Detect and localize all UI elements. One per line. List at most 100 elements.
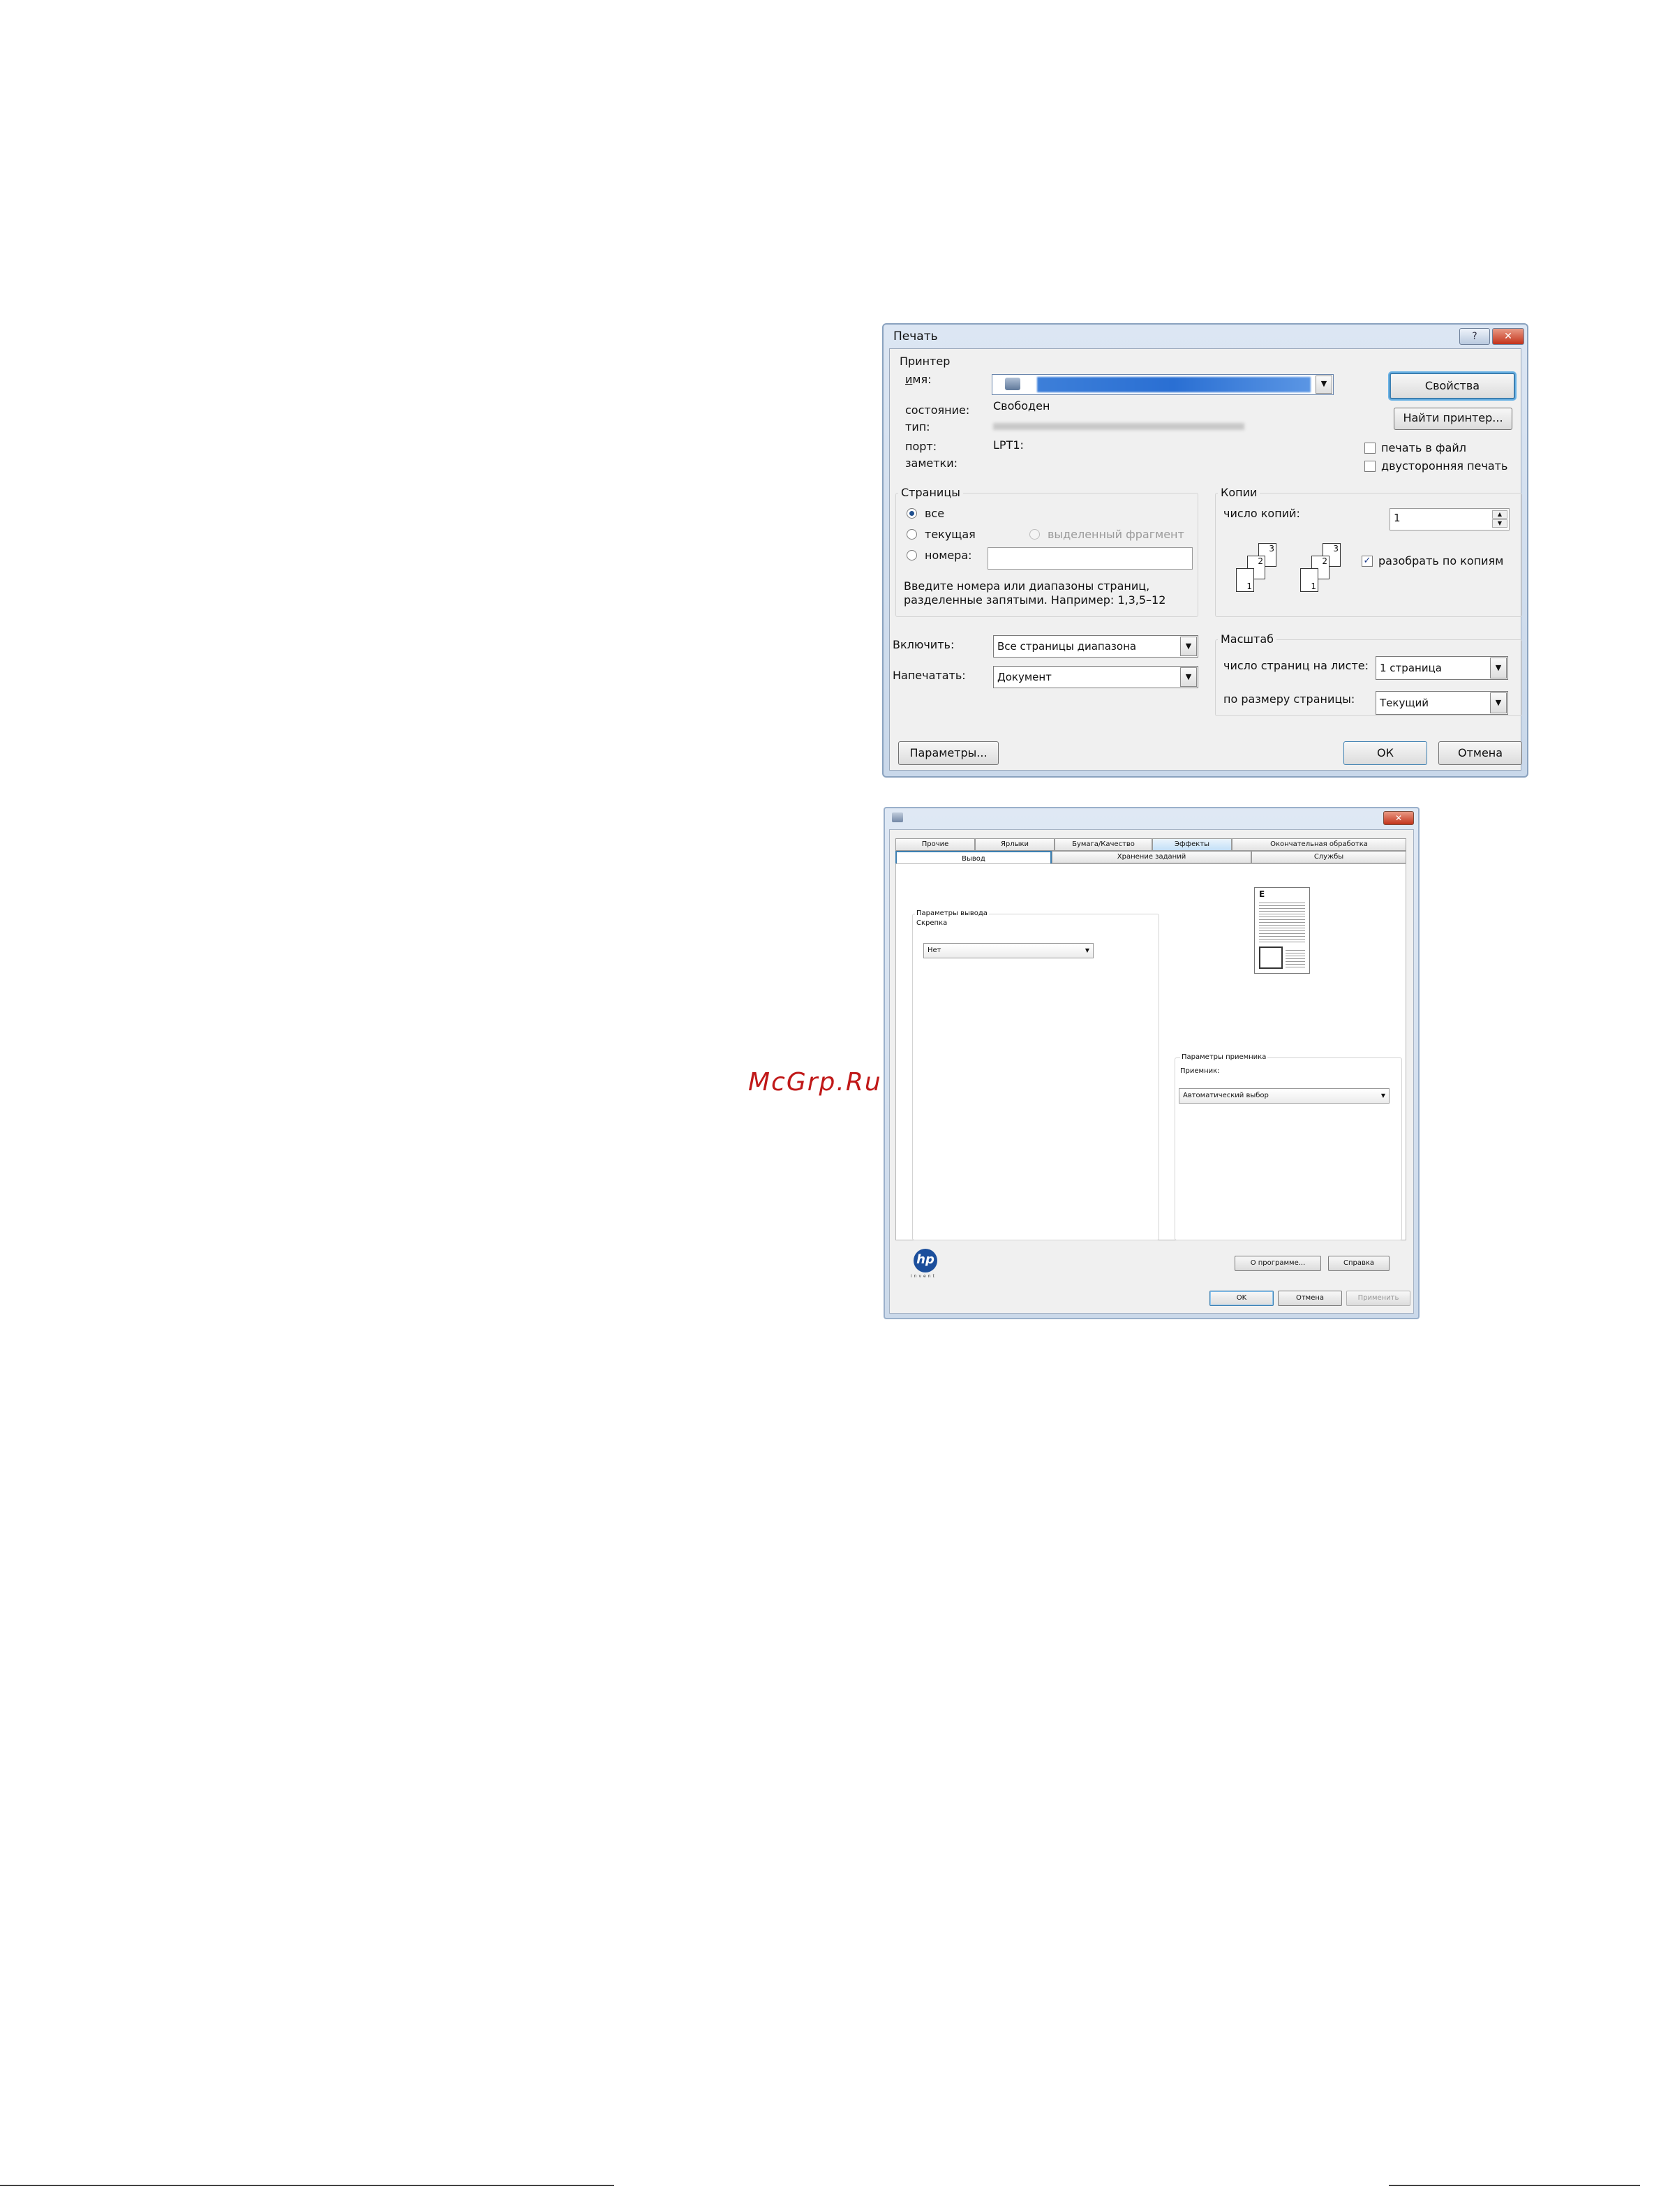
pages-per-sheet-value: 1 страница — [1380, 662, 1442, 674]
tab-shortcuts[interactable]: Ярлыки — [975, 838, 1055, 851]
help-button[interactable]: ? — [1459, 328, 1490, 345]
port-label: порт: — [905, 440, 937, 453]
output-options-group — [912, 914, 1159, 1240]
pages-per-sheet-combo[interactable]: 1 страница ▼ — [1376, 656, 1508, 680]
dialog-body: Прочие Ярлыки Бумага/Качество Эффекты Ок… — [889, 829, 1414, 1314]
destination-value: Автоматический выбор — [1183, 1092, 1269, 1099]
port-value: LPT1: — [993, 438, 1024, 452]
duplex-checkbox[interactable] — [1364, 461, 1376, 472]
close-button[interactable]: ✕ — [1383, 811, 1414, 825]
staple-value: Нет — [928, 947, 941, 954]
dialog-title: Печать — [893, 329, 938, 343]
destination-label: Приемник: — [1180, 1067, 1220, 1075]
collate-page: 1 — [1236, 568, 1254, 592]
pages-all-label: все — [925, 507, 945, 520]
duplex-label: двусторонняя печать — [1381, 459, 1508, 473]
collate-page: 1 — [1300, 568, 1318, 592]
chevron-down-icon[interactable]: ▼ — [1180, 637, 1197, 656]
tab-finishing[interactable]: Окончательная обработка — [1232, 838, 1406, 851]
cancel-button[interactable]: Отмена — [1278, 1291, 1342, 1306]
title-bar: Печать ? ✕ — [884, 325, 1527, 348]
pages-hint-line2: разделенные запятыми. Например: 1,3,5–12 — [904, 593, 1166, 607]
ok-button[interactable]: OK — [1209, 1291, 1274, 1306]
name-label: имя: — [905, 373, 932, 386]
preview-lines — [1286, 948, 1305, 969]
hp-logo-invent: invent — [911, 1274, 937, 1279]
chevron-down-icon[interactable]: ▼ — [1381, 1089, 1385, 1103]
destination-combo[interactable]: Автоматический выбор ▼ — [1179, 1088, 1390, 1104]
collate-label: разобрать по копиям — [1378, 554, 1504, 567]
pages-current-label: текущая — [925, 528, 976, 541]
fit-to-label: по размеру страницы: — [1223, 692, 1355, 706]
page-numbers-input[interactable] — [988, 547, 1193, 570]
print-to-file-checkbox[interactable] — [1364, 443, 1376, 454]
scale-group-label: Масштаб — [1218, 632, 1277, 646]
print-what-value: Документ — [997, 671, 1052, 683]
pages-selection-radio[interactable] — [1029, 529, 1040, 540]
chevron-down-icon[interactable]: ▼ — [1490, 658, 1507, 678]
printer-icon — [1005, 378, 1020, 390]
spin-up-icon[interactable]: ▲ — [1492, 510, 1507, 519]
pages-per-sheet-label: число страниц на листе: — [1223, 659, 1369, 672]
properties-button[interactable]: Свойства — [1390, 373, 1515, 399]
collate-illustration: 3 2 1 3 2 1 — [1236, 543, 1362, 606]
pages-hint-line1: Введите номера или диапазоны страниц, — [904, 579, 1150, 593]
help-button[interactable]: Справка — [1328, 1256, 1390, 1271]
staple-label: Скрепка — [916, 919, 948, 927]
cancel-button[interactable]: Отмена — [1438, 741, 1522, 765]
printer-properties-dialog: ✕ Прочие Ярлыки Бумага/Качество Эффекты … — [884, 807, 1420, 1319]
include-value: Все страницы диапазона — [997, 640, 1137, 653]
options-button[interactable]: Параметры... — [898, 741, 999, 765]
preview-lines — [1259, 900, 1305, 942]
fit-to-combo[interactable]: Текущий ▼ — [1376, 691, 1508, 715]
apply-button[interactable]: Применить — [1346, 1291, 1410, 1306]
tab-other[interactable]: Прочие — [895, 838, 975, 851]
pages-selection-label: выделенный фрагмент — [1048, 528, 1184, 541]
include-label: Включить: — [893, 638, 955, 651]
about-button[interactable]: О программе... — [1235, 1256, 1321, 1271]
print-what-label: Напечатать: — [893, 669, 966, 682]
page-preview: E — [1254, 887, 1310, 974]
pages-numbers-label: номера: — [925, 549, 972, 562]
tab-effects[interactable]: Эффекты — [1152, 838, 1232, 851]
printer-icon — [892, 812, 903, 822]
spin-down-icon[interactable]: ▼ — [1492, 519, 1507, 528]
type-label: тип: — [905, 420, 930, 433]
selected-printer-name — [1037, 377, 1311, 392]
watermark: McGrp.Ru — [748, 1068, 882, 1097]
ok-button[interactable]: ОК — [1343, 741, 1427, 765]
copies-input[interactable]: 1 ▲ ▼ — [1390, 508, 1510, 530]
find-printer-button[interactable]: Найти принтер... — [1394, 408, 1512, 430]
status-value: Свободен — [993, 399, 1050, 413]
printer-type-value — [993, 423, 1244, 430]
hp-logo: hp invent — [911, 1249, 953, 1281]
notes-label: заметки: — [905, 456, 958, 470]
tab-services[interactable]: Службы — [1251, 851, 1406, 863]
chevron-down-icon[interactable]: ▼ — [1085, 944, 1089, 958]
print-dialog: Печать ? ✕ Принтер имя: ▼ состояние: Сво… — [882, 323, 1528, 778]
copies-label: число копий: — [1223, 507, 1300, 520]
pages-all-radio[interactable] — [907, 508, 917, 519]
collate-checkbox[interactable]: ✓ — [1362, 556, 1373, 567]
destination-group-label: Параметры приемника — [1180, 1053, 1268, 1061]
status-label: состояние: — [905, 403, 970, 417]
copies-group-label: Копии — [1218, 486, 1260, 499]
pages-current-radio[interactable] — [907, 529, 917, 540]
pages-group-label: Страницы — [898, 486, 963, 499]
destination-group — [1175, 1057, 1402, 1240]
footer-divider — [0, 2185, 614, 2186]
print-what-combo[interactable]: Документ ▼ — [993, 666, 1198, 688]
chevron-down-icon[interactable]: ▼ — [1316, 376, 1332, 394]
preview-chart — [1259, 947, 1283, 969]
tab-job-storage[interactable]: Хранение заданий — [1052, 851, 1251, 863]
chevron-down-icon[interactable]: ▼ — [1180, 667, 1197, 687]
staple-combo[interactable]: Нет ▼ — [923, 943, 1094, 958]
print-to-file-label: печать в файл — [1381, 441, 1467, 454]
pages-numbers-radio[interactable] — [907, 550, 917, 561]
printer-name-combo[interactable]: ▼ — [992, 374, 1334, 395]
tab-paper-quality[interactable]: Бумага/Качество — [1055, 838, 1152, 851]
chevron-down-icon[interactable]: ▼ — [1490, 692, 1507, 713]
include-combo[interactable]: Все страницы диапазона ▼ — [993, 635, 1198, 658]
printer-group-label: Принтер — [900, 355, 951, 368]
close-button[interactable]: ✕ — [1492, 328, 1524, 345]
